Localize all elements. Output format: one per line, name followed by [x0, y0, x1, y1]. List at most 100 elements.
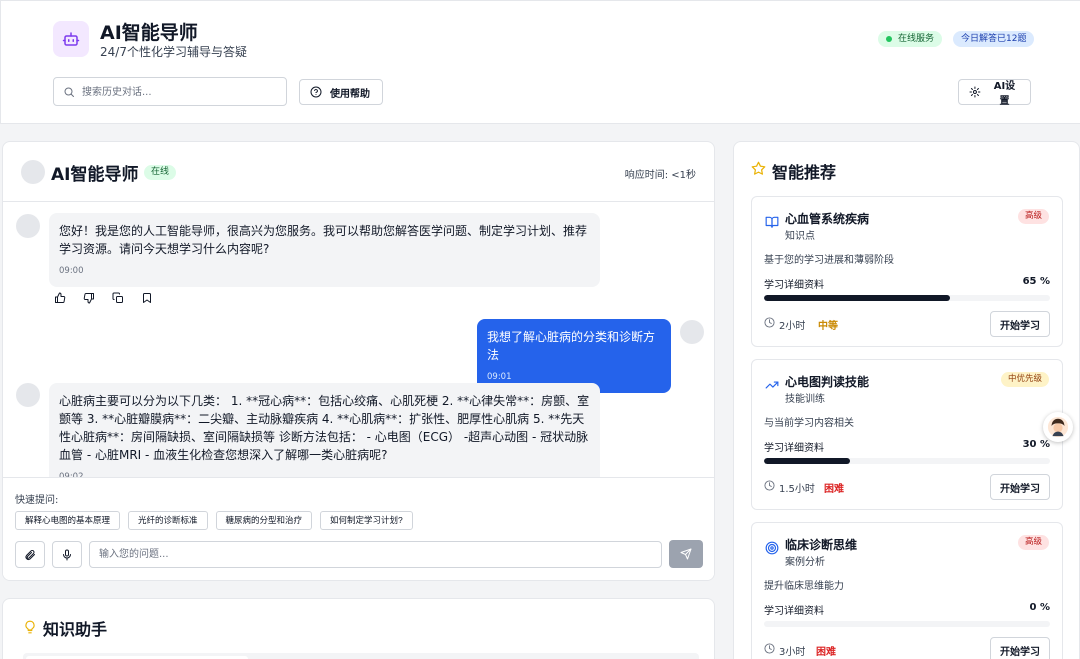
duration-text: 3小时: [779, 647, 806, 658]
paperclip-icon: [25, 549, 35, 560]
clock-icon: [764, 317, 775, 328]
thumbs-down-icon[interactable]: [82, 291, 96, 305]
chat-title: AI智能导师: [51, 165, 139, 185]
card-type: 案例分析: [785, 557, 825, 568]
card-description: 提升临床思维能力: [764, 581, 844, 592]
ai-message: 心脏病主要可以分为以下几类： 1. **冠心病**：包括心绞痛、心肌死梗 2. …: [49, 383, 600, 477]
message-text: 您好！我是您的人工智能导师，很高兴为您服务。我可以帮助您解答医学问题、制定学习计…: [59, 224, 588, 256]
user-message: 我想了解心脏病的分类和诊断方法 09:01: [477, 319, 671, 393]
priority-badge: 高级: [1017, 209, 1049, 224]
card-title: 心血管系统疾病: [785, 212, 870, 226]
message-time: 09:00: [59, 266, 84, 276]
lightbulb-icon: [25, 620, 35, 634]
difficulty-text: 困难: [816, 647, 836, 658]
message-time: 09:02: [59, 472, 84, 477]
progress-percent: 0 %: [1029, 602, 1050, 613]
quick-question-chip[interactable]: 光纤的诊断标准: [128, 511, 208, 530]
user-avatar-icon: [1047, 416, 1069, 438]
card-title: 临床诊断思维: [785, 538, 858, 552]
progress-label: 学习详细资料: [764, 606, 824, 617]
clock-icon: [764, 480, 775, 491]
tutor-avatar: [21, 160, 45, 184]
progress-fill: [764, 295, 950, 301]
progress-bar: [764, 295, 1050, 301]
quick-question-chip[interactable]: 糖尿病的分型和治疗: [215, 511, 313, 530]
quick-question-area: 快速提问: 解释心电图的基本原理 光纤的诊断标准 糖尿病的分型和治疗 如何制定学…: [3, 477, 714, 580]
app-subtitle: 24/7个性化学习辅导与答疑: [100, 45, 247, 59]
help-button-label: 使用帮助: [330, 88, 370, 100]
quick-question-list: 解释心电图的基本原理 光纤的诊断标准 糖尿病的分型和治疗 如何制定学习计划?: [15, 511, 413, 530]
message-text: 我想了解心脏病的分类和诊断方法: [487, 330, 656, 362]
message-text: 心脏病主要可以分为以下几类： 1. **冠心病**：包括心绞痛、心肌死梗 2. …: [59, 394, 590, 462]
star-icon: [751, 161, 766, 175]
search-icon: [64, 87, 74, 97]
robot-icon: [53, 21, 89, 57]
app-title: AI智能导师: [100, 22, 198, 44]
ai-settings-button[interactable]: AI设置: [958, 79, 1031, 107]
thumbs-up-icon[interactable]: [53, 291, 67, 305]
bookmark-icon[interactable]: [140, 291, 154, 305]
progress-bar: [764, 458, 1050, 464]
ai-avatar: [16, 214, 40, 238]
quick-question-chip[interactable]: 如何制定学习计划?: [320, 511, 413, 530]
knowledge-panel: 知识助手: [2, 598, 715, 659]
ai-message: 您好！我是您的人工智能导师，很高兴为您服务。我可以帮助您解答医学问题、制定学习计…: [49, 213, 600, 287]
chat-panel: AI智能导师 在线 响应时间: <1秒 您好！我是您的人工智能导师，很高兴为您服…: [2, 141, 715, 581]
ai-avatar: [16, 383, 40, 407]
ai-settings-label: AI设置: [993, 81, 1016, 107]
history-search-box: [53, 77, 287, 106]
recommendation-card: 临床诊断思维 案例分析 高级 提升临床思维能力 学习详细资料 0 % 3小时 困…: [751, 522, 1063, 659]
progress-percent: 30 %: [1022, 439, 1050, 450]
chat-status-badge: 在线: [144, 165, 177, 180]
clock-icon: [764, 643, 775, 654]
quick-question-chip[interactable]: 解释心电图的基本原理: [15, 511, 121, 530]
progress-label: 学习详细资料: [764, 443, 824, 454]
card-description: 基于您的学习进展和薄弱阶段: [764, 255, 894, 266]
difficulty-text: 困难: [824, 484, 844, 495]
priority-badge: 高级: [1017, 535, 1049, 550]
card-type: 知识点: [785, 231, 815, 242]
trending-up-icon: [765, 381, 779, 389]
recommendation-panel: 智能推荐 心血管系统疾病 知识点 高级 基于您的学习进展和薄弱阶段 学习详细资料…: [733, 141, 1080, 659]
history-search-input[interactable]: [82, 82, 282, 102]
user-avatar: [680, 320, 704, 344]
start-learning-button[interactable]: 开始学习: [990, 474, 1050, 500]
send-button[interactable]: [669, 540, 703, 568]
online-service-badge: 在线服务: [878, 31, 943, 47]
microphone-icon: [63, 549, 71, 560]
response-time: 响应时间: <1秒: [624, 170, 696, 181]
progress-bar: [764, 621, 1050, 627]
message-list: 您好！我是您的人工智能导师，很高兴为您服务。我可以帮助您解答医学问题、制定学习计…: [3, 202, 714, 477]
card-type: 技能训练: [785, 394, 825, 405]
help-circle-icon: [310, 86, 322, 98]
attach-button[interactable]: [15, 541, 45, 568]
help-button[interactable]: 使用帮助: [299, 79, 383, 105]
target-icon: [765, 541, 779, 555]
send-icon: [680, 548, 692, 560]
copy-icon[interactable]: [111, 291, 125, 305]
recommendation-title: 智能推荐: [772, 163, 837, 182]
difficulty-text: 中等: [818, 321, 838, 332]
duration-text: 2小时: [779, 321, 806, 332]
knowledge-tabs: [23, 653, 699, 659]
message-actions: [53, 291, 154, 305]
progress-fill: [764, 458, 850, 464]
progress-label: 学习详细资料: [764, 280, 824, 291]
quick-question-label: 快速提问:: [15, 495, 59, 506]
chat-input[interactable]: [89, 541, 662, 568]
chat-header: AI智能导师 在线 响应时间: <1秒: [3, 142, 714, 202]
card-title: 心电图判读技能: [785, 375, 870, 389]
answered-count-badge: 今日解答已12题: [953, 31, 1035, 47]
duration-text: 1.5小时: [779, 484, 815, 495]
knowledge-title: 知识助手: [43, 620, 108, 639]
priority-badge: 中优先级: [1000, 372, 1049, 387]
card-description: 与当前学习内容相关: [764, 418, 854, 429]
start-learning-button[interactable]: 开始学习: [990, 637, 1050, 659]
recommendation-card: 心电图判读技能 技能训练 中优先级 与当前学习内容相关 学习详细资料 30 % …: [751, 359, 1063, 510]
assistant-avatar-button[interactable]: [1043, 412, 1073, 442]
start-learning-button[interactable]: 开始学习: [990, 311, 1050, 337]
gear-icon: [969, 86, 981, 98]
app-header: AI智能导师 24/7个性化学习辅导与答疑 在线服务 今日解答已12题 使用帮助…: [0, 0, 1080, 124]
book-icon: [765, 216, 779, 228]
voice-input-button[interactable]: [52, 541, 82, 568]
